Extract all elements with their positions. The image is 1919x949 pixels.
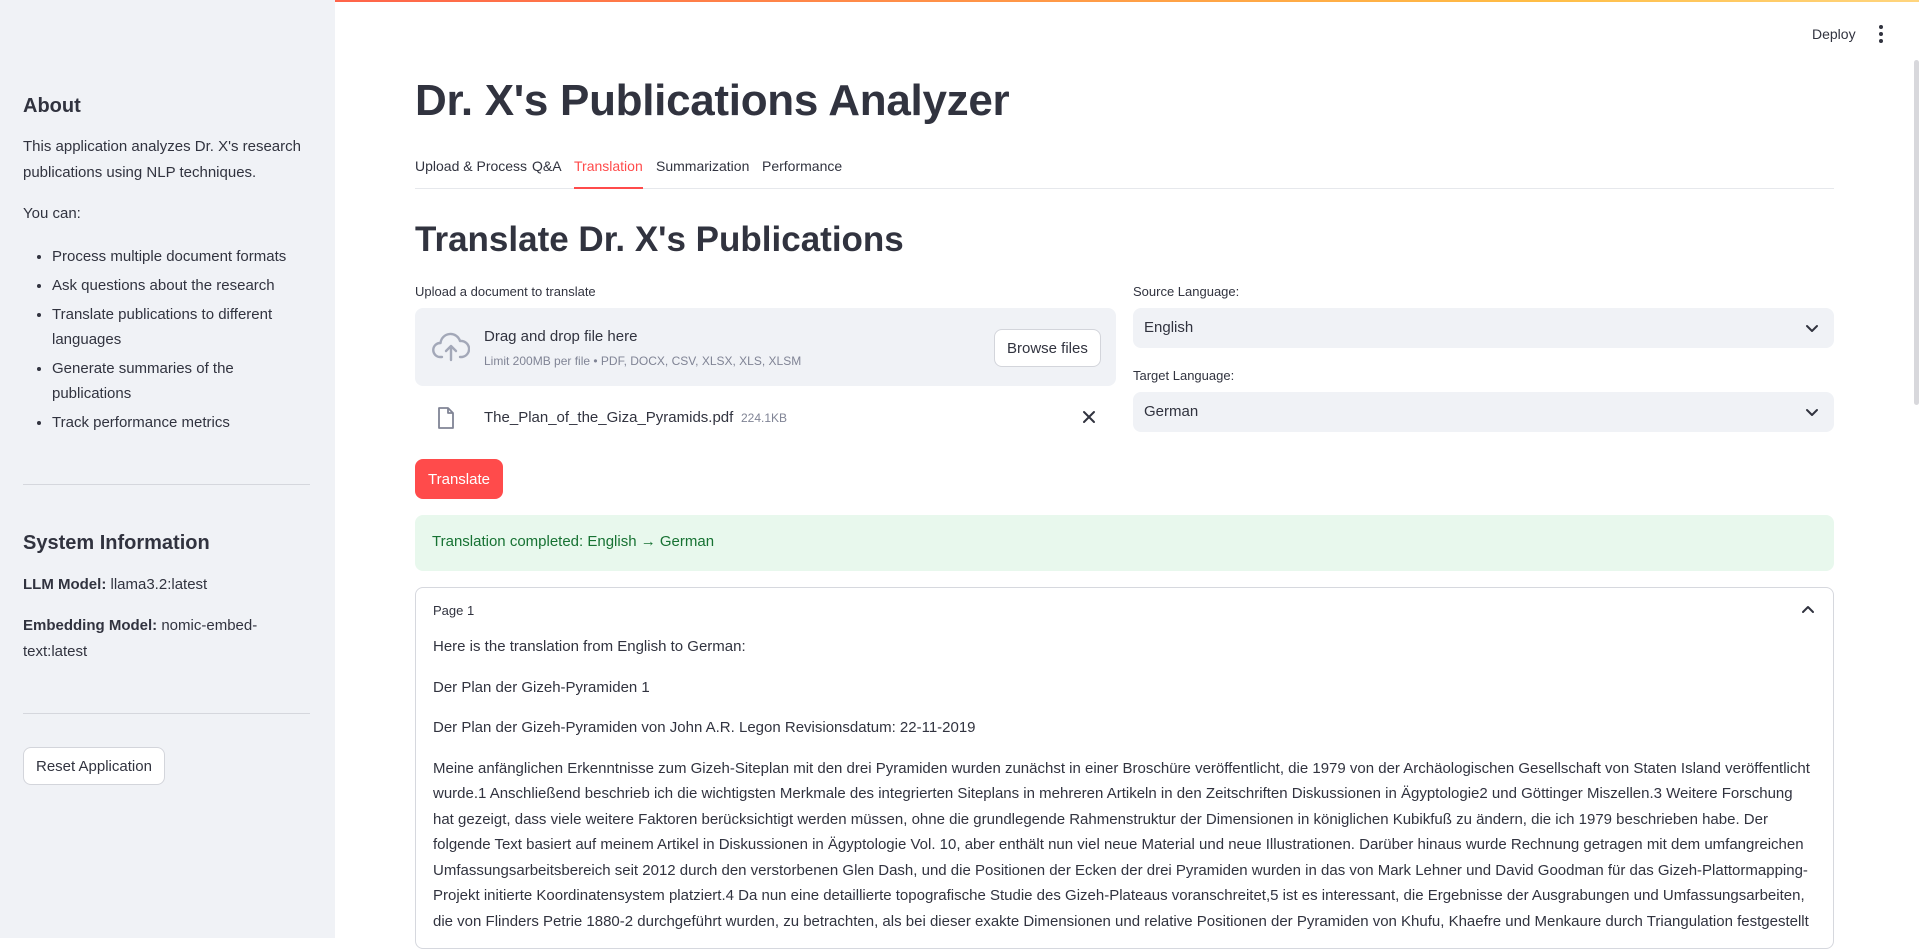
dropzone-title: Drag and drop file here (484, 328, 638, 345)
upload-label: Upload a document to translate (415, 284, 596, 299)
scrollbar[interactable] (1914, 60, 1919, 405)
file-name: The_Plan_of_the_Giza_Pyramids.pdf (484, 409, 734, 426)
llm-model-value: llama3.2:latest (110, 576, 208, 593)
feature-list: Process multiple document formats Ask qu… (23, 244, 310, 439)
file-icon (438, 407, 454, 429)
chevron-down-icon (1806, 409, 1818, 416)
target-language-label: Target Language: (1133, 368, 1235, 383)
chevron-up-icon[interactable] (1800, 602, 1816, 618)
file-dropzone[interactable]: Drag and drop file here Limit 200MB per … (415, 308, 1116, 386)
translate-button[interactable]: Translate (415, 459, 503, 499)
page-title: Dr. X's Publications Analyzer (415, 76, 1010, 125)
section-title: Translate Dr. X's Publications (415, 220, 904, 259)
source-language-select[interactable]: English (1133, 308, 1834, 348)
cloud-upload-icon (432, 332, 470, 362)
llm-model-info: LLM Model: llama3.2:latest (23, 572, 310, 598)
embedding-model-info: Embedding Model: nomic-embed-text:latest (23, 613, 310, 665)
tab-summarization[interactable]: Summarization (656, 158, 749, 188)
translation-paragraph: Meine anfänglichen Erkenntnisse zum Gize… (433, 759, 1810, 930)
tab-performance[interactable]: Performance (762, 158, 842, 188)
list-item: Generate summaries of the publications (52, 356, 310, 406)
divider (23, 484, 310, 485)
success-alert: Translation completed: English → German (415, 515, 1834, 571)
tab-translation[interactable]: Translation (574, 158, 643, 189)
llm-model-label: LLM Model: (23, 576, 107, 593)
target-language-select[interactable]: German (1133, 392, 1834, 432)
dropzone-hint: Limit 200MB per file • PDF, DOCX, CSV, X… (484, 354, 802, 368)
translation-paragraph: Here is the translation from English to … (433, 638, 746, 655)
kebab-menu-icon[interactable] (1874, 22, 1888, 46)
file-size: 224.1KB (741, 411, 788, 425)
uploaded-file: The_Plan_of_the_Giza_Pyramids.pdf 224.1K… (415, 400, 1116, 436)
list-item: Track performance metrics (52, 410, 310, 435)
about-text: This application analyzes Dr. X's resear… (23, 138, 301, 181)
system-info-heading: System Information (23, 532, 210, 554)
translation-result-expander: Page 1 Here is the translation from Engl… (415, 587, 1834, 949)
tab-bar: Upload & Process Q&A Translation Summari… (415, 155, 1834, 189)
translation-paragraph: Der Plan der Gizeh-Pyramiden 1 (433, 678, 650, 696)
expander-header[interactable]: Page 1 (433, 603, 474, 618)
translation-text: Here is the translation from English to … (433, 634, 1816, 948)
browse-files-button[interactable]: Browse files (994, 329, 1101, 367)
list-item: Ask questions about the research (52, 273, 310, 298)
chevron-down-icon (1806, 325, 1818, 332)
tab-qa[interactable]: Q&A (532, 158, 562, 188)
sidebar: About This application analyzes Dr. X's … (0, 0, 335, 938)
target-language-value: German (1144, 403, 1199, 420)
source-language-value: English (1144, 319, 1194, 336)
about-heading: About (23, 95, 81, 117)
source-language-label: Source Language: (1133, 284, 1240, 299)
divider (23, 713, 310, 714)
you-can-text: You can: (23, 205, 81, 222)
tab-upload-process[interactable]: Upload & Process (415, 158, 527, 188)
deploy-button[interactable]: Deploy (1812, 26, 1856, 42)
close-icon[interactable] (1080, 408, 1098, 426)
embedding-model-label: Embedding Model: (23, 617, 158, 634)
success-message: Translation completed: English → German (432, 533, 715, 550)
translation-paragraph: Der Plan der Gizeh-Pyramiden von John A.… (433, 719, 976, 736)
list-item: Translate publications to different lang… (52, 302, 310, 352)
reset-application-button[interactable]: Reset Application (23, 747, 165, 785)
list-item: Process multiple document formats (52, 244, 310, 269)
